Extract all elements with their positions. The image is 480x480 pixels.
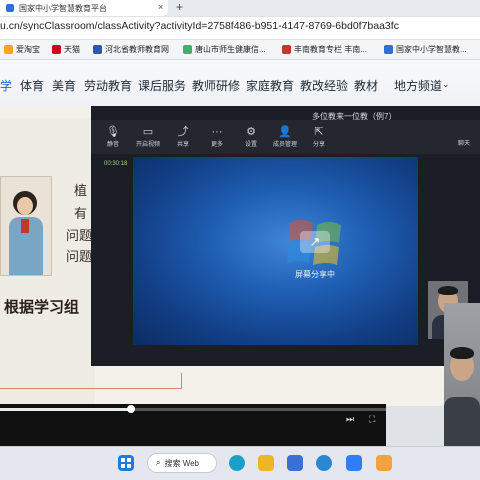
meeting-app-icon[interactable] bbox=[346, 455, 362, 471]
bookmark-item[interactable]: 国家中小学智慧教... bbox=[384, 44, 467, 55]
share-icon: ⤴ bbox=[177, 126, 189, 138]
address-url[interactable]: u.cn/syncClassroom/classActivity?activit… bbox=[0, 20, 399, 32]
tab-title: 国家中小学智慧教育平台 bbox=[19, 3, 107, 13]
bookmark-favicon-icon bbox=[93, 45, 102, 54]
nav-item[interactable]: 课后服务 bbox=[138, 77, 186, 94]
file-explorer-icon[interactable] bbox=[258, 455, 274, 471]
search-label: 搜索 Web bbox=[164, 458, 200, 468]
nav-item[interactable]: 教改经验 bbox=[300, 77, 348, 94]
mute-button[interactable]: 🎙 静音 bbox=[98, 126, 128, 148]
leave-icon: ⇱ bbox=[314, 126, 324, 138]
slide-text-line: 问题 bbox=[66, 229, 93, 244]
media-app-icon[interactable] bbox=[376, 455, 392, 471]
nav-item[interactable]: 美育 bbox=[52, 77, 76, 94]
new-tab-button[interactable]: + bbox=[176, 0, 183, 14]
slide-text-line: 问题 bbox=[66, 250, 93, 265]
bookmark-item[interactable]: 唐山市师生健康信... bbox=[183, 44, 266, 55]
nav-item[interactable]: 体育 bbox=[20, 77, 44, 94]
share-status: 屏幕分享中 bbox=[295, 270, 335, 279]
settings-icon: ⚙ bbox=[246, 126, 256, 138]
slide-heading: 根据学习组 bbox=[4, 298, 80, 316]
nav-item[interactable]: 学 bbox=[0, 77, 12, 94]
shared-screen bbox=[133, 157, 418, 345]
bookmark-item[interactable]: 天猫 bbox=[52, 44, 80, 55]
store-icon[interactable] bbox=[287, 455, 303, 471]
members-icon: 👤 bbox=[278, 126, 292, 138]
slide-text-line: 有 bbox=[74, 207, 88, 222]
screen: 国家中小学智慧教育平台 × + u.cn/syncClassroom/class… bbox=[0, 0, 480, 480]
nav-item[interactable]: 教材 bbox=[354, 77, 378, 94]
progress-handle[interactable] bbox=[127, 405, 135, 413]
settings-button[interactable]: ⚙ 设置 bbox=[236, 126, 266, 148]
mic-icon: 🎙 bbox=[106, 126, 120, 138]
screen-share-icon: ↗ bbox=[300, 231, 330, 253]
bookmark-item[interactable]: 丰南教育专栏 丰南... bbox=[282, 44, 367, 55]
nav-item[interactable]: 地方频道 bbox=[394, 77, 442, 94]
bookmark-favicon-icon bbox=[384, 45, 393, 54]
bookmark-item[interactable]: 爱淘宝 bbox=[4, 44, 40, 55]
browser-tab[interactable]: 国家中小学智慧教育平台 bbox=[0, 0, 168, 16]
search-icon: ⌕ bbox=[156, 458, 161, 467]
bookmark-item[interactable]: 河北省教师教育网 bbox=[93, 44, 169, 55]
progress-fill bbox=[0, 408, 131, 411]
bookmark-favicon-icon bbox=[183, 45, 192, 54]
participant-video[interactable] bbox=[444, 303, 480, 463]
illustration-image bbox=[0, 176, 52, 276]
camera-icon: ▭ bbox=[142, 126, 154, 138]
ie-icon[interactable] bbox=[316, 455, 332, 471]
chat-button[interactable]: 聊天 bbox=[458, 138, 470, 147]
nav-item[interactable]: 劳动教育 bbox=[84, 77, 132, 94]
recording-timer: 00:30:18 bbox=[104, 161, 128, 167]
more-button[interactable]: ··· 更多 bbox=[202, 126, 232, 148]
share-link-button[interactable]: ⇱ 分享 bbox=[304, 126, 334, 148]
highlight-box bbox=[0, 373, 182, 389]
members-button[interactable]: 👤 成员管理 bbox=[270, 126, 300, 148]
bookmark-favicon-icon bbox=[52, 45, 61, 54]
slide-text-line: 植 bbox=[74, 184, 88, 199]
bookmark-favicon-icon bbox=[282, 45, 291, 54]
next-icon[interactable]: ⏭ bbox=[346, 414, 354, 425]
nav-item[interactable]: 教师研修 bbox=[192, 77, 240, 94]
video-button[interactable]: ▭ 开启视频 bbox=[133, 126, 163, 148]
close-tab-icon[interactable]: × bbox=[158, 2, 163, 12]
share-button[interactable]: ⤴ 共享 bbox=[168, 126, 198, 148]
chevron-down-icon[interactable]: ⌄ bbox=[442, 79, 450, 90]
taskbar-search[interactable]: ⌕ 搜索 Web bbox=[147, 453, 217, 473]
nav-item[interactable]: 家庭教育 bbox=[246, 77, 294, 94]
fullscreen-icon[interactable]: ⛶ bbox=[369, 414, 375, 425]
bookmark-favicon-icon bbox=[4, 45, 13, 54]
more-icon: ··· bbox=[211, 126, 223, 138]
edge-icon[interactable] bbox=[229, 455, 245, 471]
site-favicon-icon bbox=[6, 4, 14, 12]
windows-start-icon[interactable] bbox=[118, 455, 134, 471]
